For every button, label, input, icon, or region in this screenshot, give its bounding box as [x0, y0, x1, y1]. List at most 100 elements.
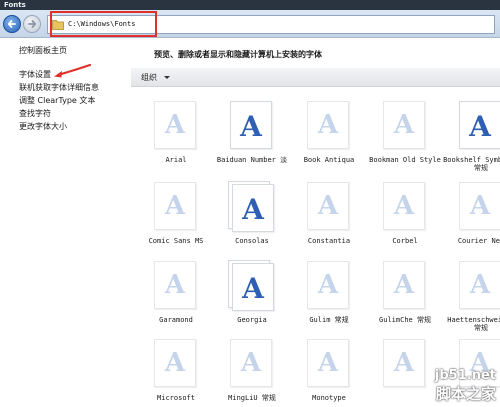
font-name-label: Microsoft: [157, 394, 195, 402]
font-item[interactable]: A Corbel: [367, 181, 443, 259]
font-glyph: A: [164, 270, 186, 300]
address-highlight-annotation: [50, 11, 157, 37]
font-file-icon: A: [305, 100, 353, 152]
font-glyph: A: [242, 193, 264, 226]
page-heading: 预览、删除或者显示和隐藏计算机上安装的字体: [154, 50, 322, 59]
font-glyph: A: [164, 348, 186, 378]
font-item[interactable]: A Georgia: [214, 260, 290, 338]
font-item[interactable]: A MingLiU 常规: [214, 338, 290, 407]
red-arrow-annotation: [54, 63, 92, 78]
font-name-label: Consolas: [235, 237, 269, 245]
font-file-icon: A: [457, 100, 500, 152]
font-glyph: A: [164, 110, 186, 140]
font-page-sheet: A: [307, 339, 349, 387]
font-item[interactable]: A Microsoft: [138, 338, 214, 407]
font-name-label: Arial: [165, 156, 187, 164]
font-item[interactable]: A Baiduan Number 淡: [214, 100, 290, 178]
font-file-icon: A: [381, 100, 429, 152]
font-file-icon: A: [152, 260, 200, 312]
font-file-icon: A: [152, 181, 200, 233]
font-glyph: A: [469, 191, 491, 221]
font-page-sheet: A: [383, 339, 425, 387]
font-file-icon: A: [228, 100, 276, 152]
font-item[interactable]: A Garamond: [138, 260, 214, 338]
font-glyph: A: [393, 348, 415, 378]
font-page-sheet: A: [459, 261, 500, 309]
font-item[interactable]: A Comic Sans MS: [138, 181, 214, 259]
font-file-icon: A: [457, 181, 500, 233]
back-arrow-icon: [7, 20, 16, 28]
font-item[interactable]: A Gulim 常规: [291, 260, 367, 338]
font-file-icon: A: [152, 100, 200, 152]
font-page-sheet: A: [459, 101, 500, 149]
font-item[interactable]: A Monotype: [291, 338, 367, 407]
dropdown-caret-icon: [164, 76, 170, 79]
font-glyph: A: [469, 110, 491, 143]
font-page-sheet: A: [230, 339, 272, 387]
font-name-label: Bookshelf Symbol 7 常规: [443, 156, 500, 172]
font-name-label: MingLiU 常规: [228, 394, 276, 402]
font-file-icon: A: [305, 260, 353, 312]
font-page-sheet: A: [307, 182, 349, 230]
font-item[interactable]: A GulimChe 常规: [367, 260, 443, 338]
font-file-icon: A: [305, 181, 353, 233]
font-glyph: A: [393, 270, 415, 300]
font-file-icon: A: [228, 181, 276, 233]
font-page-sheet: A: [154, 261, 196, 309]
font-glyph: A: [393, 110, 415, 140]
font-item[interactable]: A Consolas: [214, 181, 290, 259]
font-glyph: A: [469, 270, 491, 300]
font-item[interactable]: A Bookman Old Style: [367, 100, 443, 178]
font-page-sheet: A: [154, 182, 196, 230]
font-name-label: Haettenschweiler 常规: [447, 316, 500, 332]
watermark-domain: jb51.net: [434, 368, 496, 383]
font-page-sheet: A: [383, 261, 425, 309]
font-item[interactable]: A Book Antiqua: [291, 100, 367, 178]
font-page-sheet: A: [307, 261, 349, 309]
watermark: jb51.net 脚本之家: [435, 368, 496, 404]
font-name-label: Comic Sans MS: [148, 237, 204, 245]
font-item[interactable]: A Haettenschweiler 常规: [443, 260, 500, 338]
font-name-label: Bookman Old Style: [369, 156, 441, 164]
font-file-icon: A: [228, 338, 276, 390]
font-glyph: A: [393, 191, 415, 221]
font-item[interactable]: A Constantia: [291, 181, 367, 259]
font-name-label: Constantia: [307, 237, 351, 245]
font-glyph: A: [317, 110, 339, 140]
sidebar-link-control-panel-home[interactable]: 控制面板主页: [19, 46, 67, 56]
organize-button[interactable]: 组织: [141, 68, 157, 87]
font-glyph: A: [164, 191, 186, 221]
font-item[interactable]: A Courier New: [443, 181, 500, 259]
window-titlebar: Fonts: [0, 0, 500, 10]
sidebar-link-online-font-info[interactable]: 联机获取字体详细信息: [19, 83, 99, 93]
font-page-sheet: A: [154, 339, 196, 387]
command-toolbar: 组织: [131, 68, 500, 87]
window-title: Fonts: [4, 1, 26, 9]
sidebar-link-adjust-cleartype[interactable]: 调整 ClearType 文本: [19, 96, 95, 106]
watermark-name: 脚本之家: [435, 385, 496, 403]
font-page-sheet: A: [307, 101, 349, 149]
font-page-sheet: A: [459, 182, 500, 230]
font-item[interactable]: A Arial: [138, 100, 214, 178]
font-file-icon: A: [228, 260, 276, 312]
font-file-icon: A: [381, 260, 429, 312]
forward-button[interactable]: [23, 15, 41, 33]
font-name-label: Baiduan Number 淡: [216, 156, 288, 164]
font-glyph: A: [317, 191, 339, 221]
font-name-label: Monotype: [312, 394, 346, 402]
sidebar-link-font-settings[interactable]: 字体设置: [19, 70, 51, 80]
font-file-icon: A: [152, 338, 200, 390]
font-glyph: A: [317, 270, 339, 300]
font-name-label: Book Antiqua: [303, 156, 355, 164]
sidebar-link-find-character[interactable]: 查找字符: [19, 109, 51, 119]
forward-arrow-icon: [28, 20, 37, 28]
sidebar-link-change-font-size[interactable]: 更改字体大小: [19, 122, 67, 132]
font-name-label: GulimChe 常规: [379, 316, 431, 324]
font-item[interactable]: A Bookshelf Symbol 7 常规: [443, 100, 500, 178]
back-button[interactable]: [3, 15, 21, 33]
font-page-sheet: A: [232, 263, 274, 311]
font-glyph: A: [317, 348, 339, 378]
font-page-sheet: A: [383, 101, 425, 149]
sidebar: [0, 38, 131, 407]
font-item[interactable]: A: [367, 338, 443, 407]
